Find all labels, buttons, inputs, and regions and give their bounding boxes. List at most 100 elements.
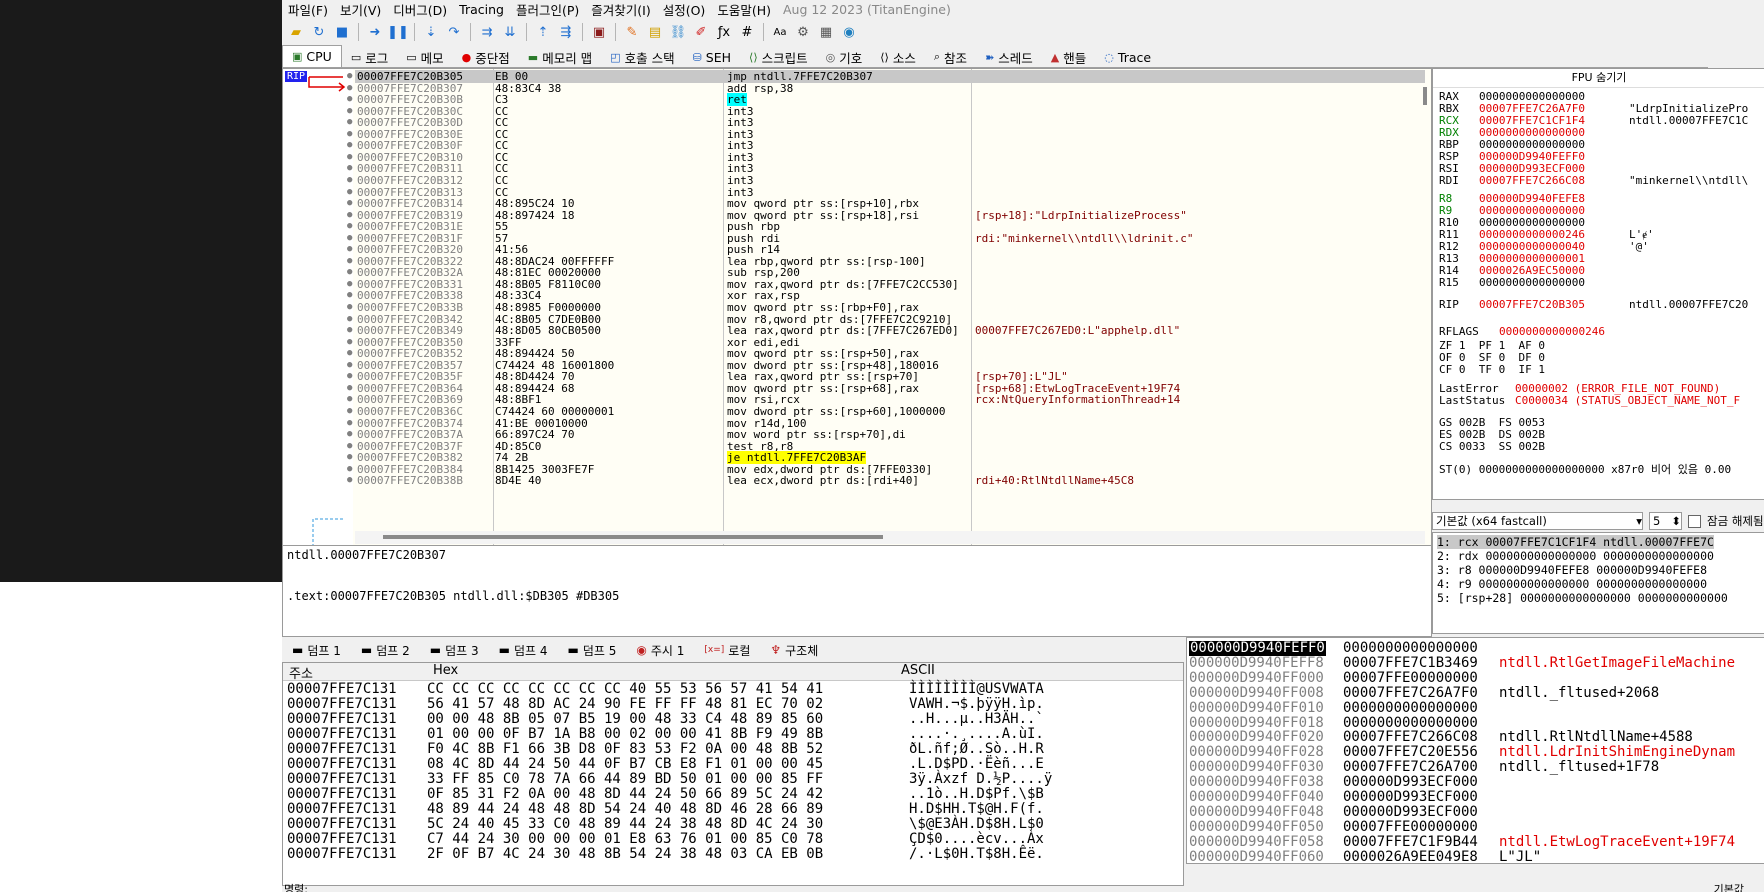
tab-cpu[interactable]: ▣ CPU: [282, 45, 342, 67]
tab-trace[interactable]: ◌ Trace: [1095, 47, 1160, 67]
register-value[interactable]: 00007FFE7C20B305: [1479, 299, 1585, 311]
hide-fpu-button[interactable]: FPU 숨기기: [1433, 69, 1764, 88]
stack-row[interactable]: 000000D9940FF000 00007FFE00000000: [1187, 670, 1764, 686]
tab-dump-4[interactable]: ▬ 덤프 4: [489, 642, 558, 659]
argument-row[interactable]: 3: r8 000000D9940FEFE8 000000D9940FEFE8: [1437, 563, 1707, 577]
run-to-user-code-icon[interactable]: ⇶: [556, 22, 576, 42]
menu-plugins[interactable]: 플러그인(P): [510, 0, 585, 19]
stack-row[interactable]: 000000D9940FF028 00007FFE7C20E556 ntdll.Ld…: [1187, 745, 1764, 760]
stack-row[interactable]: 000000D9940FF040 000000D993ECF000: [1187, 790, 1764, 805]
tab-breakpoints[interactable]: ● 중단점: [453, 47, 519, 67]
build-label: Aug 12 2023 (TitanEngine): [782, 1, 951, 17]
menu-file[interactable]: 파일(F): [282, 0, 334, 19]
tab-source[interactable]: ⟨⟩ 소스: [871, 47, 925, 67]
register-value[interactable]: 0000000000000000: [1479, 277, 1585, 289]
stack-row[interactable]: 000000D9940FF050 00007FFE00000000: [1187, 818, 1764, 835]
command-mode[interactable]: 기본값: [1714, 881, 1744, 892]
register-value[interactable]: 00007FFE7C266C08: [1479, 175, 1585, 187]
breakpoint-dot[interactable]: ●: [347, 474, 352, 487]
menu-help[interactable]: 도움말(H): [711, 0, 777, 19]
instruction-address: 00007FFE7C20B38B: [357, 474, 463, 488]
bookmarks-icon[interactable]: ✐: [691, 22, 711, 42]
unlock-checkbox[interactable]: [1688, 514, 1701, 528]
tab-dump-3[interactable]: ▬ 덤프 3: [420, 642, 489, 659]
trace-into-icon[interactable]: ⇉: [477, 22, 497, 42]
globe-icon[interactable]: ◉: [839, 22, 859, 42]
disassembly-view[interactable]: RIP ● 00007FFE7C20B305 EB 00 jmp ntdll.7FFE…: [282, 68, 1432, 546]
stack-row[interactable]: 000000D9940FF008 00007FFE7C26A7F0 ntdll._f…: [1187, 685, 1764, 701]
stack-row[interactable]: 000000D9940FF010 0000000000000000: [1187, 699, 1764, 716]
menu-favourites[interactable]: 즐겨찾기(I): [585, 0, 656, 19]
run-icon[interactable]: ➜: [365, 22, 385, 42]
patch-icon[interactable]: ✎: [622, 22, 642, 42]
tab-label: 호출 스택: [624, 50, 675, 66]
stack-row[interactable]: 000000D9940FF058 00007FFE7C1F9B44 ntdll.Et…: [1187, 834, 1764, 850]
argument-row[interactable]: 1: rcx 00007FFE7C1CF1F4 ntdll.00007FFE7C: [1437, 535, 1714, 549]
tab-watch-1[interactable]: ◉ 주시 1: [626, 642, 694, 659]
stack-row[interactable]: 000000D9940FF048 000000D993ECF000: [1187, 804, 1764, 820]
stack-value: 0000000000000000: [1343, 699, 1478, 716]
tab-threads[interactable]: ➽ 스레드: [976, 47, 1042, 67]
argument-row[interactable]: 4: r9 0000000000000000 0000000000000000: [1437, 577, 1707, 591]
arguments-panel[interactable]: 1: rcx 00007FFE7C1CF1F4 ntdll.00007FFE7C…: [1432, 532, 1764, 634]
hash-icon[interactable]: #: [737, 22, 757, 42]
open-icon[interactable]: ▰: [286, 22, 306, 42]
stop-icon[interactable]: ■: [332, 22, 352, 42]
stack-row[interactable]: 000000D9940FEFF0 0000000000000000: [1187, 641, 1764, 656]
tab-call-stack[interactable]: ◰ 호출 스택: [601, 47, 683, 67]
tab-dump-2[interactable]: ▬ 덤프 2: [351, 642, 420, 659]
tab-handles[interactable]: ▲ 핸들: [1042, 47, 1095, 67]
step-over-icon[interactable]: ↷: [444, 22, 464, 42]
tab-script[interactable]: ⟨⟩ 스크립트: [740, 47, 817, 67]
arg-count-spinner[interactable]: 5 ⬍: [1649, 512, 1682, 530]
execute-till-return-icon[interactable]: ⇡: [533, 22, 553, 42]
registers-panel[interactable]: FPU 숨기기 RAX 0000000000000000 RBX 00007FFE7C…: [1432, 68, 1764, 500]
tab-dump-5[interactable]: ▬ 덤프 5: [558, 642, 627, 659]
watch-icon: ◉: [636, 643, 647, 657]
argument-row[interactable]: 2: rdx 0000000000000000 0000000000000000: [1437, 549, 1714, 563]
tab-seh[interactable]: ⛁ SEH: [684, 47, 740, 67]
pause-icon[interactable]: ❚❚: [387, 22, 409, 42]
restart-icon[interactable]: ↻: [309, 22, 329, 42]
menu-tracing[interactable]: Tracing: [453, 2, 510, 17]
disassembly-hscrollbar[interactable]: [355, 531, 1425, 544]
scylla-icon[interactable]: ▣: [589, 22, 609, 42]
stack-row[interactable]: 000000D9940FF020 00007FFE7C266C08 ntdll.Rt…: [1187, 730, 1764, 745]
tab-notes[interactable]: ▭ 메모: [397, 47, 452, 67]
tab-log[interactable]: ▭ 로그: [342, 47, 397, 67]
comments-icon[interactable]: ▤: [645, 22, 665, 42]
tab-label: Trace: [1117, 49, 1152, 65]
tab-locals[interactable]: [x=] 로컬: [694, 642, 760, 659]
calculator-icon[interactable]: ▦: [816, 22, 836, 42]
stack-row[interactable]: 000000D9940FF030 00007FFE7C26A700 ntdll._f…: [1187, 760, 1764, 775]
tab-symbols[interactable]: ◎ 기호: [817, 47, 872, 67]
tab-dump-1[interactable]: ▬ 덤프 1: [282, 642, 351, 659]
stack-row[interactable]: 000000D9940FF060 0000026A9EE049E8 L"JL": [1187, 849, 1764, 863]
calling-convention-select[interactable]: 기본값 (x64 fastcall) ▾: [1432, 512, 1643, 530]
tab-struct[interactable]: ♆ 구조체: [760, 642, 828, 659]
tab-label: SEH: [705, 49, 732, 65]
stack-row[interactable]: 000000D9940FEFF8 00007FFE7C1B3469 ntdll.Rt…: [1187, 655, 1764, 671]
preferences-icon[interactable]: ⚙: [793, 22, 813, 42]
trace-over-icon[interactable]: ⇊: [500, 22, 520, 42]
disasm-row[interactable]: ● 00007FFE7C20B38B 8D4E 40 lea ecx,dword pt…: [347, 474, 1425, 488]
step-into-icon[interactable]: ⇣: [421, 22, 441, 42]
seh-icon: ⛁: [692, 50, 702, 64]
labels-icon[interactable]: ⛓: [668, 22, 688, 42]
function-icon[interactable]: ƒx: [714, 22, 734, 42]
disassembly-scrollbar[interactable]: [1423, 87, 1427, 105]
font-icon[interactable]: Aa: [770, 22, 790, 42]
stack-row[interactable]: 000000D9940FF018 0000000000000000: [1187, 715, 1764, 731]
stack-row[interactable]: 000000D9940FF038 000000D993ECF000: [1187, 775, 1764, 790]
dump-header: 주소 Hex ASCII: [283, 663, 1183, 682]
tab-memory-map[interactable]: ▬ 메모리 맵: [519, 47, 601, 67]
menu-options[interactable]: 설정(O): [657, 0, 712, 19]
tab-references[interactable]: ⌕ 참조: [925, 47, 976, 67]
menu-debug[interactable]: 디버그(D): [387, 0, 453, 19]
stack-view[interactable]: 000000D9940FEFF0 0000000000000000 000000D9…: [1186, 637, 1764, 864]
hex-dump-view[interactable]: 주소 Hex ASCII 00007FFE7C131 CC CC CC CC CC…: [282, 662, 1184, 886]
stack-address: 000000D9940FF050: [1189, 818, 1324, 835]
menu-view[interactable]: 보기(V): [334, 0, 387, 19]
argument-row[interactable]: 5: [rsp+28] 0000000000000000 00000000000…: [1437, 591, 1728, 605]
script-icon: ⟨⟩: [749, 50, 758, 64]
